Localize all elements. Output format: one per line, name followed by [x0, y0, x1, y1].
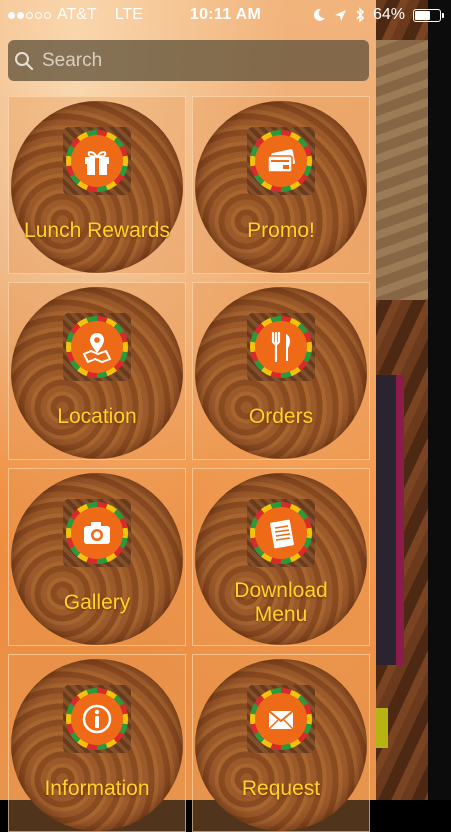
menu-item-label: Information — [44, 777, 150, 800]
menu-item-label: Gallery — [63, 591, 131, 614]
fork-knife-icon — [271, 331, 291, 363]
icon-frame — [63, 499, 131, 567]
envelope-icon — [268, 710, 294, 730]
icon-frame — [63, 313, 131, 381]
background-panel — [376, 40, 428, 300]
search-bar[interactable] — [8, 40, 369, 81]
location-arrow-icon — [334, 9, 346, 21]
info-icon — [82, 704, 112, 734]
icon-frame — [63, 127, 131, 195]
status-bar: AT&T LTE 10:11 AM 64% — [0, 0, 451, 32]
menu-item-label: Location — [57, 405, 137, 428]
background-content — [376, 0, 451, 800]
menu-item-location[interactable]: Location — [8, 282, 186, 460]
search-input[interactable] — [40, 48, 344, 73]
menu-item-label-line1: Download — [234, 579, 328, 602]
search-icon — [15, 51, 34, 70]
battery-percent: 64% — [372, 6, 405, 23]
background-frame — [396, 375, 404, 665]
menu-item-request[interactable]: Request — [192, 654, 370, 832]
menu-item-label-line2: Menu — [254, 603, 308, 626]
moon-icon — [313, 8, 325, 21]
camera-icon — [84, 522, 110, 544]
icon-frame — [63, 685, 131, 753]
menu-item-label: Promo! — [247, 219, 315, 242]
menu-item-download-menu[interactable]: Download Menu — [192, 468, 370, 646]
background-edge — [428, 0, 451, 800]
icon-frame — [247, 685, 315, 753]
menu-item-promo[interactable]: Promo! — [192, 96, 370, 274]
menu-item-label: Lunch Rewards — [24, 219, 170, 242]
status-right: 64% — [312, 6, 444, 24]
icon-frame — [247, 499, 315, 567]
bluetooth-icon — [356, 7, 364, 23]
menu-item-label: Request — [241, 777, 321, 800]
map-pin-icon — [82, 333, 112, 364]
icon-frame — [247, 127, 315, 195]
menu-item-gallery[interactable]: Gallery — [8, 468, 186, 646]
menu-item-lunch-rewards[interactable]: Lunch Rewards — [8, 96, 186, 274]
menu-item-information[interactable]: Information — [8, 654, 186, 832]
coupon-icon — [267, 149, 296, 173]
gift-icon — [85, 151, 109, 175]
menu-item-label: Orders — [248, 405, 314, 428]
battery-icon — [413, 8, 444, 22]
menu-item-orders[interactable]: Orders — [192, 282, 370, 460]
icon-frame — [247, 313, 315, 381]
menu-item-label: Download Menu — [193, 579, 369, 627]
document-icon — [270, 519, 294, 549]
background-accent — [376, 708, 388, 748]
